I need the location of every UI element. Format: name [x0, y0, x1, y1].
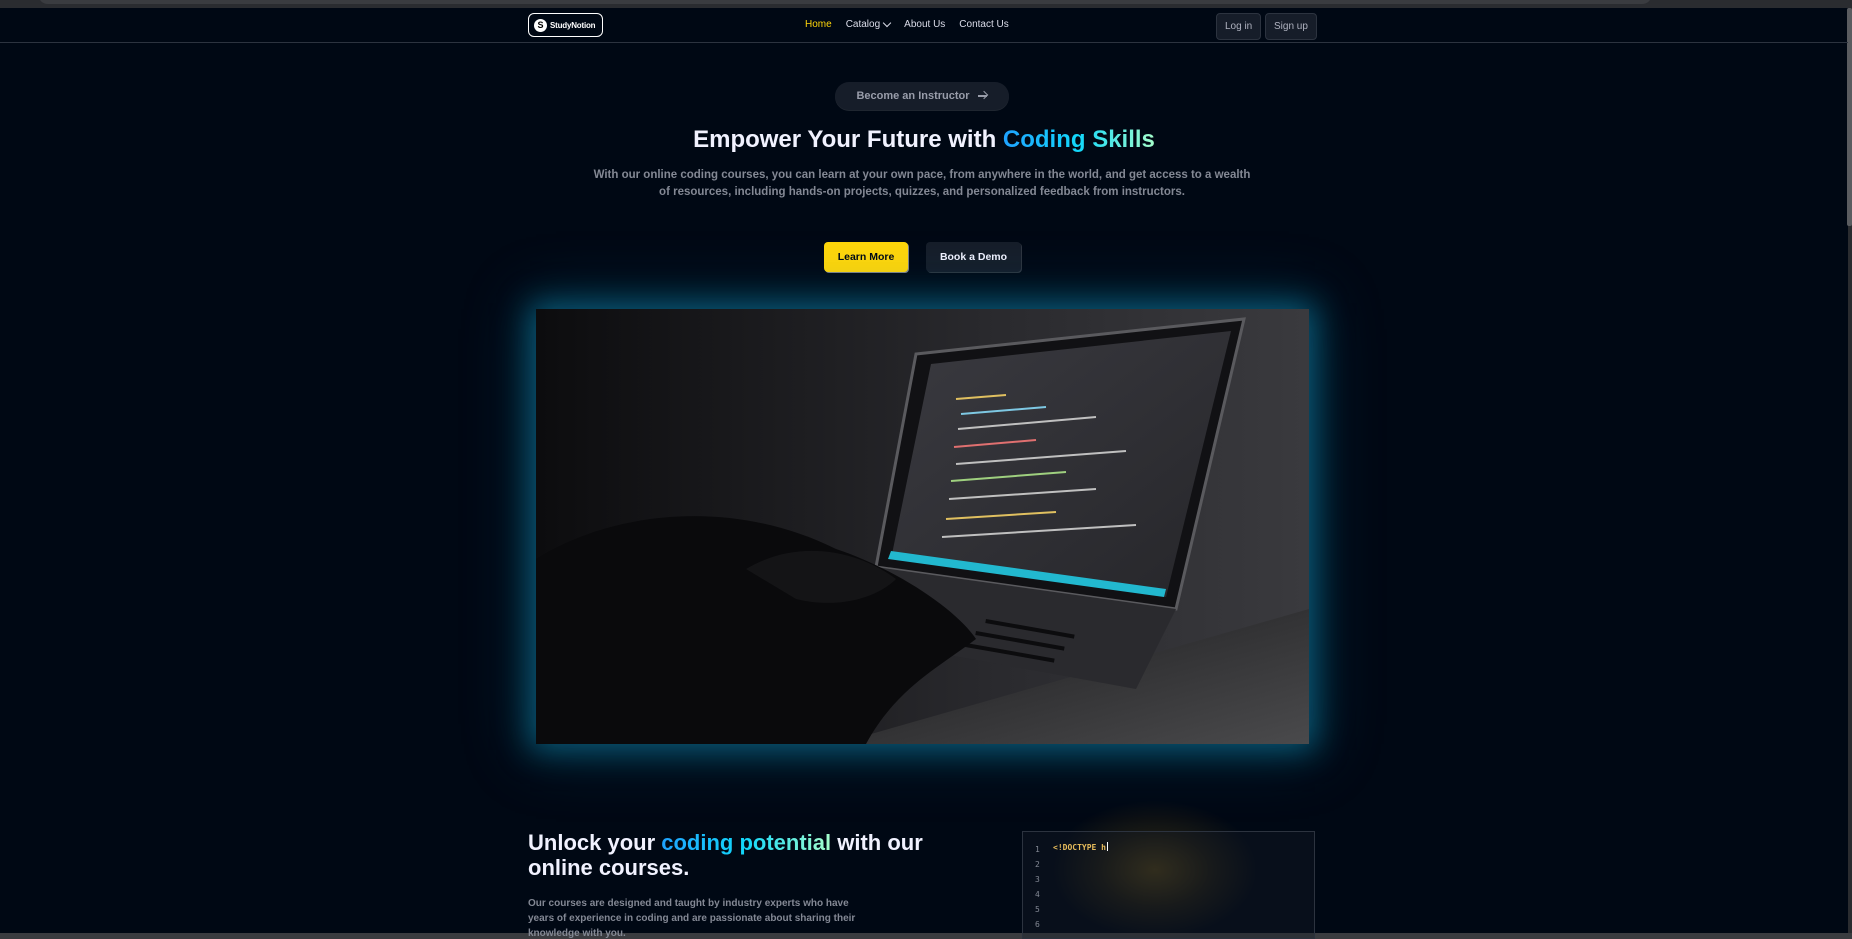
browser-bottom-bar	[0, 933, 1852, 939]
navbar: S StudyNotion Home Catalog About Us Cont…	[0, 8, 1848, 43]
line-number: 1	[1035, 845, 1040, 854]
line-number: 6	[1035, 920, 1040, 929]
logo-icon: S	[534, 18, 547, 32]
line-number: 3	[1035, 875, 1040, 884]
section2-title-highlight: coding potential	[661, 830, 832, 855]
hero-video[interactable]	[536, 309, 1309, 744]
section2-title: Unlock your coding potential with our on…	[528, 830, 928, 880]
line-number: 2	[1035, 860, 1040, 869]
code-text: <!DOCTYPE h	[1053, 843, 1106, 852]
signup-button[interactable]: Sign up	[1265, 13, 1317, 40]
logo[interactable]: S StudyNotion	[528, 13, 603, 37]
hero-title: Empower Your Future with Coding Skills	[0, 126, 1848, 154]
nav-about[interactable]: About Us	[904, 19, 945, 30]
browser-top-bar	[0, 0, 1852, 8]
line-number: 5	[1035, 905, 1040, 914]
section2-title-prefix: Unlock your	[528, 830, 662, 855]
become-instructor-button[interactable]: Become an Instructor	[835, 82, 1009, 110]
line-number: 4	[1035, 890, 1040, 899]
hero-subtitle: With our online coding courses, you can …	[593, 169, 1251, 198]
nav-catalog[interactable]: Catalog	[845, 18, 892, 30]
nav-contact[interactable]: Contact Us	[959, 19, 1008, 30]
logo-text: StudyNotion	[550, 20, 596, 30]
chevron-down-icon	[882, 18, 892, 27]
become-instructor-label: Become an Instructor	[856, 90, 970, 102]
nav-links: Home Catalog About Us Contact Us	[805, 18, 1009, 30]
text-cursor	[1106, 842, 1108, 851]
code-typed-text: <!DOCTYPE h	[1053, 842, 1108, 852]
section2-description: Our courses are designed and taught by i…	[528, 898, 856, 939]
url-bar[interactable]	[38, 0, 1652, 4]
hero-title-prefix: Empower Your Future with	[693, 126, 1003, 153]
laptop-coding-image	[536, 309, 1309, 744]
login-button[interactable]: Log in	[1216, 13, 1262, 40]
code-line-numbers: 1 2 3 4 5 6	[1035, 842, 1040, 932]
hero-title-highlight: Coding Skills	[1002, 126, 1155, 153]
book-demo-button[interactable]: Book a Demo	[926, 242, 1021, 272]
nav-catalog-label: Catalog	[845, 19, 881, 30]
learn-more-button[interactable]: Learn More	[824, 242, 908, 272]
arrow-right-icon	[977, 91, 988, 101]
nav-home[interactable]: Home	[805, 19, 832, 30]
code-block: 1 2 3 4 5 6 <!DOCTYPE h	[1022, 831, 1315, 939]
